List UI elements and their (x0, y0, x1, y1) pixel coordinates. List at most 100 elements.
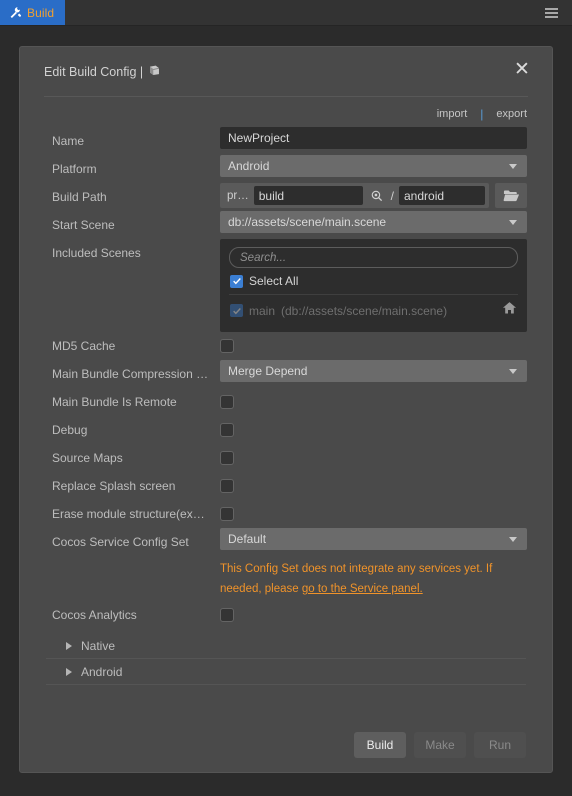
cocos-analytics-checkbox[interactable] (220, 608, 234, 622)
select-all-label: Select All (249, 274, 299, 288)
debug-checkbox[interactable] (220, 423, 234, 437)
control-build-path: pr… build / android (220, 183, 527, 208)
tab-build[interactable]: Build (0, 0, 66, 25)
field-row-main-bundle-is-remote: Main Bundle Is Remote (52, 388, 527, 416)
hammer-wrench-icon (9, 6, 22, 19)
import-link[interactable]: import (437, 108, 468, 120)
included-scenes-panel: Search... Select All main (db://assets/s… (220, 239, 527, 332)
field-row-main-bundle-compression: Main Bundle Compression … Merge Depend (52, 360, 527, 388)
md5-cache-checkbox[interactable] (220, 339, 234, 353)
start-scene-select[interactable]: db://assets/scene/main.scene (220, 211, 527, 233)
replace-splash-checkbox[interactable] (220, 479, 234, 493)
dialog-footer: Build Make Run (20, 714, 552, 772)
field-row-included-scenes: Included Scenes Search... Select All mai… (52, 239, 527, 332)
platform-select-value: Android (228, 159, 270, 173)
label-main-bundle-compression: Main Bundle Compression … (52, 367, 209, 381)
build-path-group: pr… build / android (220, 183, 527, 208)
chevron-right-icon (66, 641, 72, 650)
select-all-row[interactable]: Select All (229, 268, 518, 293)
build-path-input[interactable]: build (253, 186, 363, 205)
scene-checkbox[interactable] (230, 304, 243, 317)
import-export-separator: | (480, 107, 484, 121)
control-main-bundle-is-remote (220, 388, 527, 416)
control-start-scene: db://assets/scene/main.scene (220, 211, 527, 233)
foldout-section: Native Android (20, 629, 552, 685)
control-platform: Android (220, 155, 527, 177)
control-main-bundle-compression: Merge Depend (220, 360, 527, 382)
label-name: Name (52, 134, 85, 148)
control-erase-module (220, 500, 527, 528)
tab-build-label: Build (27, 5, 55, 20)
label-platform: Platform (52, 162, 97, 176)
control-debug (220, 416, 527, 444)
home-icon[interactable] (502, 301, 517, 320)
hamburger-menu-icon[interactable] (531, 0, 572, 25)
field-row-source-maps: Source Maps (52, 444, 527, 472)
export-link[interactable]: export (496, 108, 527, 120)
main-bundle-is-remote-checkbox[interactable] (220, 395, 234, 409)
field-row-cocos-service-config-set: Cocos Service Config Set Default (52, 528, 527, 556)
source-maps-checkbox[interactable] (220, 451, 234, 465)
build-path-subdir-input[interactable]: android (399, 186, 485, 205)
chevron-down-icon (509, 368, 517, 374)
run-button[interactable]: Run (474, 732, 526, 758)
chevron-right-icon (66, 667, 72, 676)
foldout-native-label: Native (81, 638, 116, 653)
label-debug: Debug (52, 423, 88, 437)
select-all-checkbox[interactable] (230, 274, 243, 288)
dialog-header: Edit Build Config | ✕ (20, 47, 552, 96)
field-row-name: Name NewProject (52, 127, 527, 155)
field-row-service-warning: This Config Set does not integrate any s… (52, 556, 527, 601)
field-row-md5-cache: MD5 Cache (52, 332, 527, 360)
build-path-inner: pr… build / android (220, 183, 489, 208)
control-service-warning: This Config Set does not integrate any s… (220, 556, 527, 601)
foldout-android[interactable]: Android (46, 659, 526, 685)
hamburger-line (545, 11, 558, 14)
field-row-erase-module: Erase module structure(ex… (52, 500, 527, 528)
import-export-row: import | export (20, 97, 552, 127)
label-md5-cache: MD5 Cache (52, 339, 116, 353)
service-warning-text: This Config Set does not integrate any s… (220, 556, 527, 601)
control-md5-cache (220, 332, 527, 360)
cocos-service-config-set-value: Default (228, 532, 267, 546)
field-row-debug: Debug (52, 416, 527, 444)
book-icon[interactable] (148, 64, 161, 80)
control-replace-splash (220, 472, 527, 500)
field-row-cocos-analytics: Cocos Analytics (52, 601, 527, 629)
label-main-bundle-is-remote: Main Bundle Is Remote (52, 395, 177, 409)
foldout-native[interactable]: Native (46, 633, 526, 659)
erase-module-checkbox[interactable] (220, 507, 234, 521)
dialog-title-text: Edit Build Config | (44, 64, 144, 79)
field-row-build-path: Build Path pr… build / android (52, 183, 527, 211)
label-included-scenes: Included Scenes (52, 246, 141, 260)
control-cocos-analytics (220, 601, 527, 629)
build-button[interactable]: Build (354, 732, 406, 758)
name-input[interactable]: NewProject (220, 127, 527, 149)
label-replace-splash: Replace Splash screen (52, 479, 176, 493)
path-separator: / (390, 188, 394, 203)
folder-open-icon[interactable] (495, 183, 527, 208)
scene-path: (db://assets/scene/main.scene) (281, 303, 448, 318)
platform-select[interactable]: Android (220, 155, 527, 177)
list-item[interactable]: main (db://assets/scene/main.scene) (229, 295, 518, 325)
chevron-down-icon (509, 536, 517, 542)
control-included-scenes: Search... Select All main (db://assets/s… (220, 239, 527, 332)
scene-search-input[interactable]: Search... (229, 247, 518, 268)
chevron-down-icon (509, 219, 517, 225)
page-title: Edit Build Config | (44, 64, 161, 80)
label-start-scene: Start Scene (52, 218, 115, 232)
service-panel-link[interactable]: go to the Service panel. (302, 583, 423, 595)
magnifier-icon[interactable] (368, 187, 386, 205)
top-tab-bar: Build (0, 0, 572, 26)
close-icon[interactable]: ✕ (510, 57, 534, 81)
control-name: NewProject (220, 127, 527, 149)
build-config-form: Name NewProject Platform Android Build P… (20, 127, 552, 629)
cocos-service-config-set-select[interactable]: Default (220, 528, 527, 550)
main-bundle-compression-select[interactable]: Merge Depend (220, 360, 527, 382)
build-path-prefix: pr… (227, 189, 249, 202)
field-row-replace-splash: Replace Splash screen (52, 472, 527, 500)
control-cocos-service-config-set: Default (220, 528, 527, 550)
edit-build-config-dialog: Edit Build Config | ✕ import | export Na… (19, 46, 553, 773)
make-button[interactable]: Make (414, 732, 466, 758)
label-source-maps: Source Maps (52, 451, 123, 465)
